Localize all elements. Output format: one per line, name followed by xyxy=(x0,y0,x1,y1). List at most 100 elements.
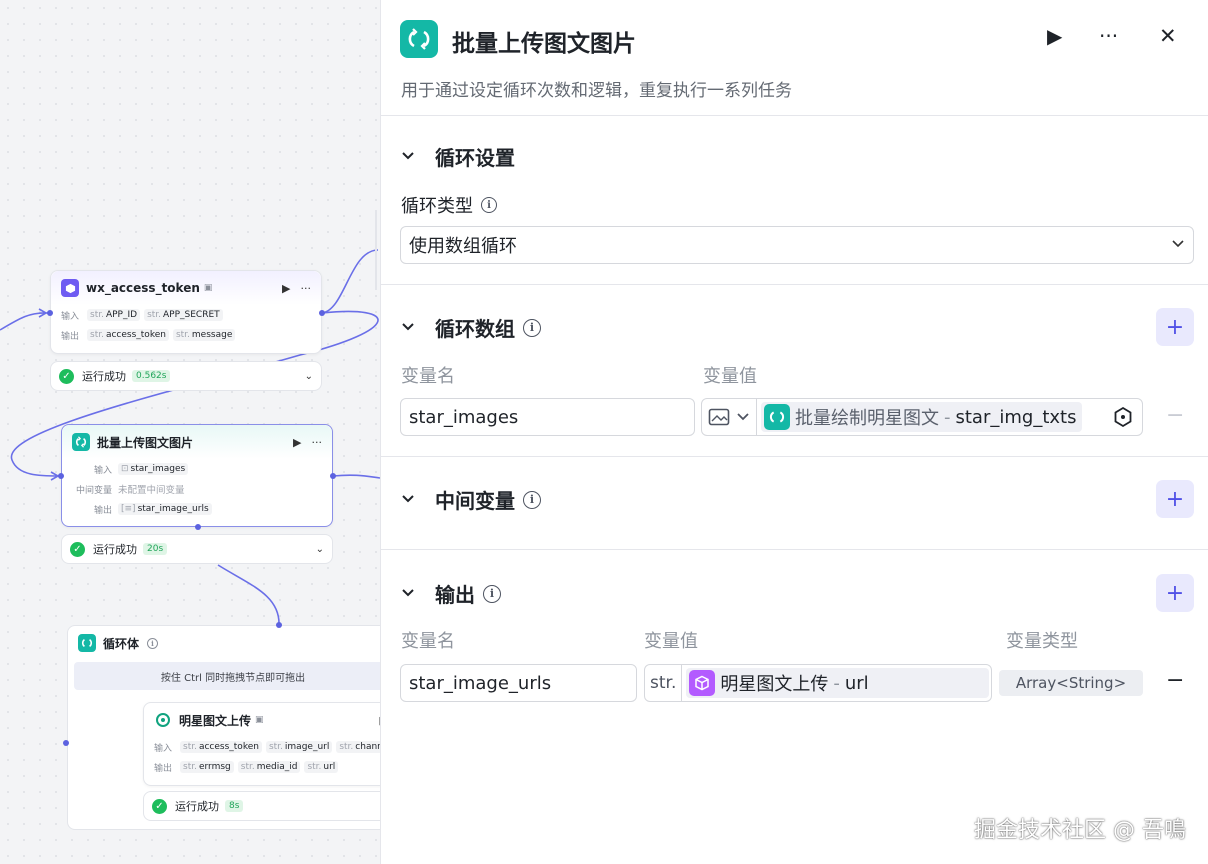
output-var-value-ref[interactable]: str. 明星图文上传 - url xyxy=(644,664,992,702)
ref-node-name: 批量绘制明星图文 xyxy=(795,408,939,429)
status-text: 运行成功 xyxy=(175,800,219,813)
input-port[interactable] xyxy=(47,310,53,316)
image-icon xyxy=(708,408,730,426)
drag-hint: 按住 Ctrl 同时拖拽节点即可拖出 xyxy=(74,662,380,690)
input-label: 输入 xyxy=(154,743,173,754)
loop-icon xyxy=(764,404,790,430)
chevron-down-icon[interactable] xyxy=(401,320,435,336)
input-port[interactable] xyxy=(58,473,64,479)
input-tag: str. APP_SECRET xyxy=(144,309,223,321)
note-icon: ▣ xyxy=(255,715,264,725)
run-time-badge: 0.562s xyxy=(132,370,171,382)
array-var-name-input[interactable]: star_images xyxy=(400,398,695,436)
batch-upload-loop-node[interactable]: 批量上传图文图片 ▶ ··· 输入 ⊡ star_images 中间变量 未配置中… xyxy=(61,424,333,527)
output-var-name-input[interactable]: star_image_urls xyxy=(400,664,637,702)
play-icon[interactable]: ▶ xyxy=(1047,24,1062,48)
chevron-down-icon[interactable]: ⌄ xyxy=(316,544,324,555)
section-title: 循环设置 xyxy=(435,146,515,170)
input-tag: str. APP_ID xyxy=(87,309,141,321)
output-port[interactable] xyxy=(319,310,325,316)
top-port[interactable] xyxy=(276,622,282,628)
loop-icon xyxy=(78,634,96,652)
play-icon[interactable]: ▶ xyxy=(293,436,301,449)
edge-wx-out-top xyxy=(321,249,379,314)
wx-status-bar[interactable]: ✓ 运行成功 0.562s ⌄ xyxy=(50,361,322,391)
wx-access-token-node[interactable]: wx_access_token ▣ ▶ ··· 输入 str. APP_ID st… xyxy=(50,270,322,354)
panel-header: 批量上传图文图片 用于通过设定循环次数和逻辑，重复执行一系列任务 ▶ ··· ✕ xyxy=(381,0,1208,116)
mid-value: 未配置中间变量 xyxy=(118,485,185,496)
edge-loop-to-body xyxy=(217,564,280,626)
info-icon[interactable]: i xyxy=(523,490,541,509)
chevron-down-icon[interactable] xyxy=(401,586,435,602)
more-icon[interactable]: ··· xyxy=(1099,24,1118,48)
cube-icon xyxy=(689,670,716,696)
panel-title: 批量上传图文图片 xyxy=(452,31,636,57)
add-array-button[interactable]: + xyxy=(1156,308,1194,346)
info-icon[interactable]: i xyxy=(147,637,159,649)
col-var-name: 变量名 xyxy=(401,631,455,652)
add-output-button[interactable]: + xyxy=(1156,574,1194,612)
node-outputs: 输出 str. errmsg str. media_id str. url xyxy=(144,757,380,777)
output-tag: str. message xyxy=(172,329,236,341)
intermediate-section: 中间变量 i + xyxy=(381,457,1208,550)
section-header[interactable]: 循环设置 xyxy=(401,142,515,171)
array-var-value-ref[interactable]: 批量绘制明星图文 - star_img_txts xyxy=(701,398,1143,436)
col-var-value: 变量值 xyxy=(703,366,757,387)
output-port[interactable] xyxy=(330,473,336,479)
ref-var-name: url xyxy=(844,672,869,694)
ref-separator: - xyxy=(944,406,951,428)
node-header: 明星图文上传 ▣ ▶ xyxy=(144,703,380,737)
node-settings-panel: 批量上传图文图片 用于通过设定循环次数和逻辑，重复执行一系列任务 ▶ ··· ✕… xyxy=(380,0,1208,864)
reference-chip[interactable]: 明星图文上传 - url xyxy=(686,668,989,698)
cube-icon xyxy=(61,279,79,297)
section-header[interactable]: 中间变量 i xyxy=(401,485,541,514)
col-var-name: 变量名 xyxy=(401,366,455,387)
output-section: 输出 i + 变量名 变量值 变量类型 star_image_urls str.… xyxy=(381,550,1208,730)
type-selector[interactable] xyxy=(702,399,757,435)
chevron-down-icon[interactable]: ⌄ xyxy=(305,371,313,382)
node-outputs: 输出 str. access_token str. message xyxy=(51,325,321,345)
add-intermediate-button[interactable]: + xyxy=(1156,480,1194,518)
body-port[interactable] xyxy=(195,524,201,530)
reference-chip[interactable]: 批量绘制明星图文 - star_img_txts xyxy=(761,402,1083,432)
label-text: 循环类型 xyxy=(401,196,473,217)
upload-status-bar[interactable]: ✓ 运行成功 8s xyxy=(143,791,380,821)
loop-icon xyxy=(400,20,438,58)
run-time-badge: 8s xyxy=(225,800,244,812)
input-tag: str.channel xyxy=(336,741,380,753)
info-icon[interactable]: i xyxy=(523,318,541,337)
input-tag: ⊡ star_images xyxy=(118,463,189,475)
output-label: 输出 xyxy=(61,331,80,342)
loop-body-title: 循环体 xyxy=(103,636,140,651)
more-icon[interactable]: ··· xyxy=(312,436,323,449)
run-time-badge: 20s xyxy=(143,543,168,555)
info-icon[interactable]: i xyxy=(481,197,497,213)
input-value: star_images xyxy=(409,406,519,428)
workflow-canvas[interactable]: wx_access_token ▣ ▶ ··· 输入 str. APP_ID st… xyxy=(0,0,380,864)
chevron-down-icon[interactable] xyxy=(401,492,435,508)
star-upload-node[interactable]: 明星图文上传 ▣ ▶ 输入 str.access_token str.image… xyxy=(143,702,380,786)
input-value: star_image_urls xyxy=(409,672,552,694)
status-text: 运行成功 xyxy=(82,370,126,383)
chevron-down-icon[interactable] xyxy=(401,149,435,165)
more-icon[interactable]: ··· xyxy=(301,282,312,295)
left-port[interactable] xyxy=(63,740,69,746)
play-icon[interactable]: ▶ xyxy=(282,282,290,295)
node-title: 明星图文上传 xyxy=(179,713,252,728)
success-check-icon: ✓ xyxy=(152,798,167,814)
info-icon[interactable]: i xyxy=(483,584,501,603)
watermark: 掘金技术社区 @ 吾鳴 xyxy=(974,818,1186,843)
section-header[interactable]: 循环数组 i xyxy=(401,313,541,342)
output-tag: str. media_id xyxy=(237,761,301,773)
col-var-type: 变量类型 xyxy=(1006,631,1078,652)
type-label[interactable]: str. xyxy=(645,665,683,701)
note-icon: ▣ xyxy=(203,283,213,293)
section-header[interactable]: 输出 i xyxy=(401,579,501,608)
loop-status-bar[interactable]: ✓ 运行成功 20s ⌄ xyxy=(61,534,333,564)
input-tag: str. image_url xyxy=(265,741,333,753)
remove-array-button[interactable]: − xyxy=(1166,403,1184,428)
loop-type-select[interactable]: 使用数组循环 xyxy=(400,226,1194,264)
close-icon[interactable]: ✕ xyxy=(1159,24,1177,48)
remove-output-button[interactable]: − xyxy=(1166,668,1184,693)
mid-label: 中间变量 xyxy=(75,485,112,496)
